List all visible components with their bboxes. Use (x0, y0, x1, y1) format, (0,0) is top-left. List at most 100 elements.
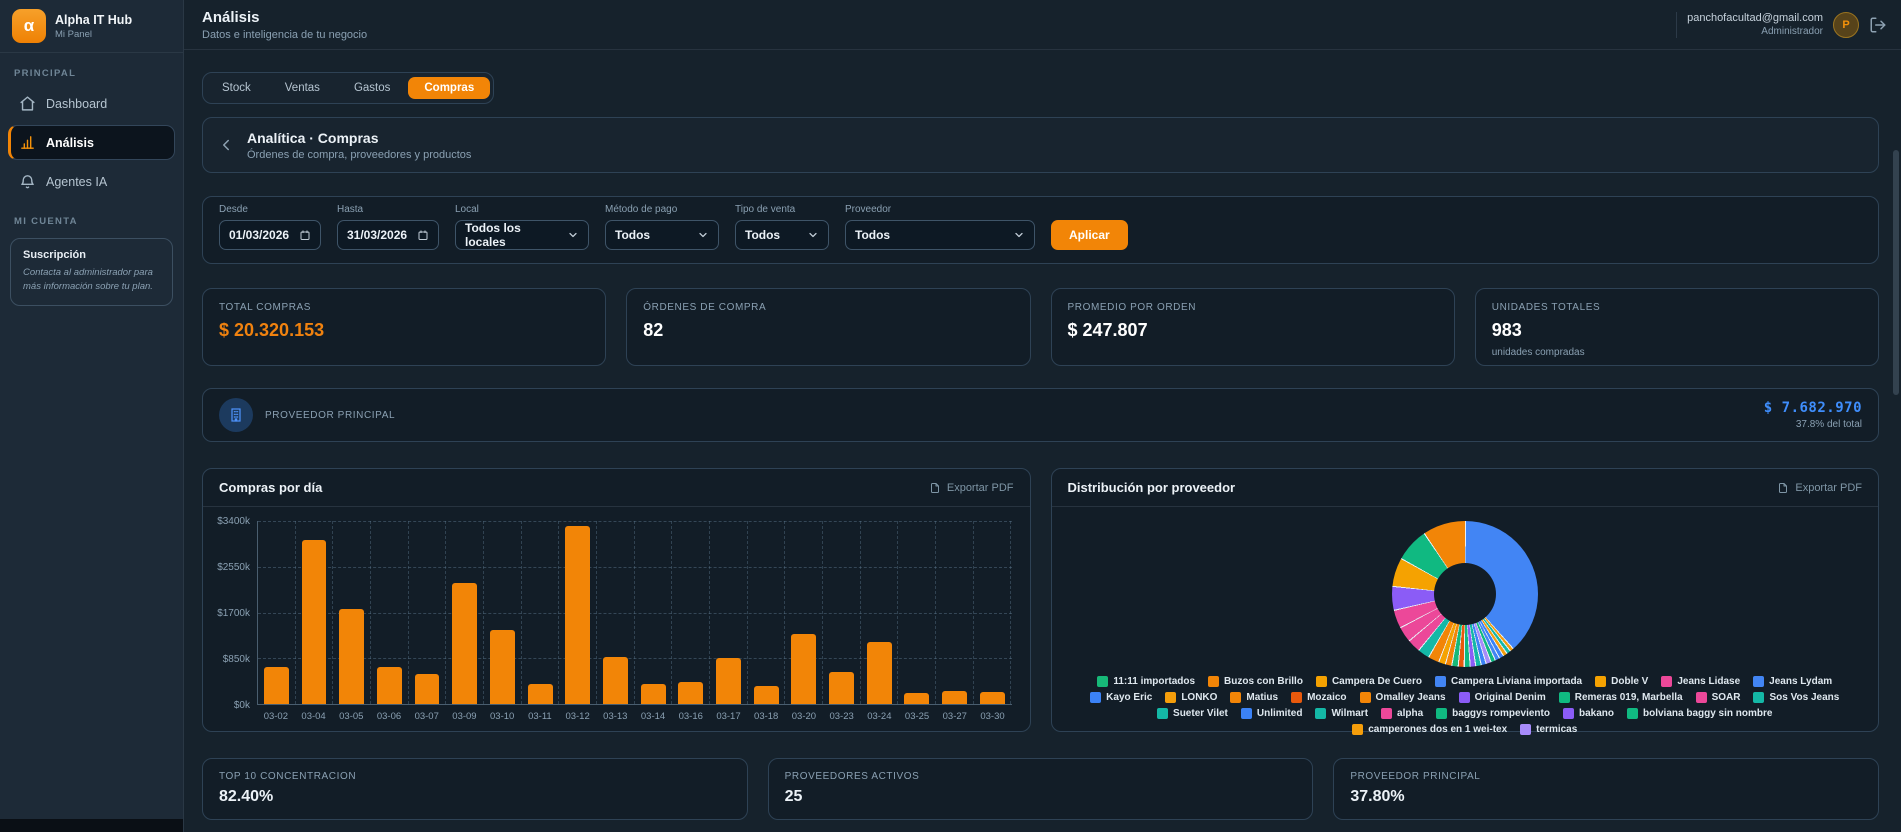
x-tick-label: 03-05 (332, 711, 370, 725)
legend-item[interactable]: termicas (1520, 724, 1577, 735)
x-tick-label: 03-25 (898, 711, 936, 725)
legend-item[interactable]: Sos Vos Jeans (1753, 692, 1839, 703)
legend-swatch (1696, 692, 1707, 703)
legend-label: Mozaico (1307, 692, 1346, 703)
stat-card: PROVEEDOR PRINCIPAL37.80% (1333, 758, 1879, 820)
hasta-input[interactable]: 31/03/2026 (337, 220, 439, 250)
x-tick-label: 03-14 (634, 711, 672, 725)
export-pdf-button-donut[interactable]: Exportar PDF (1777, 482, 1862, 494)
subscription-card[interactable]: Suscripción Contacta al administrador pa… (10, 238, 173, 306)
brand: α Alpha IT Hub Mi Panel (0, 0, 183, 53)
legend-item[interactable]: Campera Liviana importada (1435, 676, 1582, 687)
bar (377, 667, 402, 704)
legend-item[interactable]: Jeans Lidase (1661, 676, 1740, 687)
legend-item[interactable]: camperones dos en 1 wei-tex (1352, 724, 1507, 735)
filter-metodo-de-pago: Método de pagoTodos (605, 204, 719, 250)
sidebar-section-cuenta: MI CUENTA (14, 216, 169, 227)
tab-gastos[interactable]: Gastos (338, 77, 406, 99)
topbar: Análisis Datos e inteligencia de tu nego… (184, 0, 1901, 50)
legend-item[interactable]: Doble V (1595, 676, 1648, 687)
legend-item[interactable]: Wilmart (1315, 708, 1368, 719)
bar (754, 686, 779, 704)
bar-column (333, 521, 371, 704)
proveedor-select[interactable]: Todos (845, 220, 1035, 250)
legend-item[interactable]: LONKO (1165, 692, 1217, 703)
home-icon (19, 95, 36, 112)
apply-button[interactable]: Aplicar (1051, 220, 1128, 250)
sidebar-item-dashboard[interactable]: Dashboard (8, 86, 175, 121)
export-pdf-label: Exportar PDF (1795, 482, 1862, 494)
legend-item[interactable]: Unlimited (1241, 708, 1303, 719)
bar (565, 526, 590, 704)
tipo-de-venta-select[interactable]: Todos (735, 220, 829, 250)
legend-item[interactable]: 11:11 importados (1097, 676, 1195, 687)
legend-item[interactable]: SOAR (1696, 692, 1741, 703)
legend-label: alpha (1397, 708, 1423, 719)
scrollbar[interactable] (1893, 150, 1899, 395)
sidebar-item-analisis[interactable]: Análisis (8, 125, 175, 160)
legend-label: 11:11 importados (1113, 676, 1195, 687)
back-chevron-icon[interactable] (217, 136, 235, 154)
bar (904, 693, 929, 704)
logout-icon[interactable] (1869, 16, 1887, 34)
legend-item[interactable]: bolviana baggy sin nombre (1627, 708, 1772, 719)
stat-value: 82 (643, 320, 1013, 341)
legend-item[interactable]: Jeans Lydam (1753, 676, 1832, 687)
legend-item[interactable]: Original Denim (1459, 692, 1546, 703)
legend-item[interactable]: Campera De Cuero (1316, 676, 1422, 687)
bar-column (974, 521, 1012, 704)
sidebar-footer-strip (0, 819, 183, 832)
legend-item[interactable]: Remeras 019, Marbella (1559, 692, 1683, 703)
legend-item[interactable]: Omalley Jeans (1360, 692, 1446, 703)
avatar[interactable]: P (1833, 12, 1859, 38)
stat-card: PROVEEDORES ACTIVOS25 (768, 758, 1314, 820)
legend-item[interactable]: Mozaico (1291, 692, 1346, 703)
filter-fields: Desde01/03/2026Hasta31/03/2026LocalTodos… (219, 204, 1035, 250)
bar (415, 674, 440, 704)
legend-swatch (1352, 724, 1363, 735)
bar-column (936, 521, 974, 704)
bar-column (823, 521, 861, 704)
user-email: panchofacultad@gmail.com (1687, 12, 1823, 24)
legend-item[interactable]: bakano (1563, 708, 1614, 719)
local-select[interactable]: Todos los locales (455, 220, 589, 250)
bar-chart-icon (19, 134, 36, 151)
stat-cards-row: TOTAL COMPRAS$ 20.320.153ÓRDENES DE COMP… (202, 288, 1879, 366)
main-area: Análisis Datos e inteligencia de tu nego… (184, 0, 1901, 832)
section-title: Analítica · Compras (247, 130, 471, 146)
filter-desde-label: Desde (219, 204, 321, 215)
tab-ventas[interactable]: Ventas (269, 77, 336, 99)
bar-column (296, 521, 334, 704)
bar-chart-title: Compras por día (219, 480, 322, 495)
legend-swatch (1157, 708, 1168, 719)
metodo-de-pago-select[interactable]: Todos (605, 220, 719, 250)
stat-label: TOP 10 CONCENTRACION (219, 771, 731, 782)
legend-item[interactable]: Kayo Eric (1090, 692, 1152, 703)
banner-amount: $ 7.682.970 (1764, 400, 1862, 416)
legend-item[interactable]: alpha (1381, 708, 1423, 719)
tab-stock[interactable]: Stock (206, 77, 267, 99)
x-tick-label: 03-23 (823, 711, 861, 725)
sidebar-item-agentes-ia[interactable]: Agentes IA (8, 164, 175, 199)
legend-item[interactable]: Sueter Vilet (1157, 708, 1228, 719)
legend-label: camperones dos en 1 wei-tex (1368, 724, 1507, 735)
banner-values: $ 7.682.970 37.8% del total (1764, 400, 1862, 430)
legend-swatch (1208, 676, 1219, 687)
donut-chart-header: Distribución por proveedor Exportar PDF (1052, 469, 1879, 507)
desde-input[interactable]: 01/03/2026 (219, 220, 321, 250)
donut-chart (1392, 521, 1538, 667)
legend-label: Matius (1246, 692, 1278, 703)
bar (528, 684, 553, 704)
x-tick-label: 03-02 (257, 711, 295, 725)
legend-label: Jeans Lydam (1769, 676, 1832, 687)
content: StockVentasGastosCompras Analítica · Com… (184, 50, 1901, 832)
legend-item[interactable]: Matius (1230, 692, 1278, 703)
legend-item[interactable]: baggys rompeviento (1436, 708, 1550, 719)
sidebar-item-label: Agentes IA (46, 175, 107, 189)
legend-label: Jeans Lidase (1677, 676, 1740, 687)
legend-item[interactable]: Buzos con Brillo (1208, 676, 1303, 687)
tab-compras[interactable]: Compras (408, 77, 490, 99)
subscription-title: Suscripción (23, 249, 160, 261)
app-window: α Alpha IT Hub Mi Panel PRINCIPAL Dashbo… (0, 0, 1901, 832)
export-pdf-button-bar[interactable]: Exportar PDF (929, 482, 1014, 494)
